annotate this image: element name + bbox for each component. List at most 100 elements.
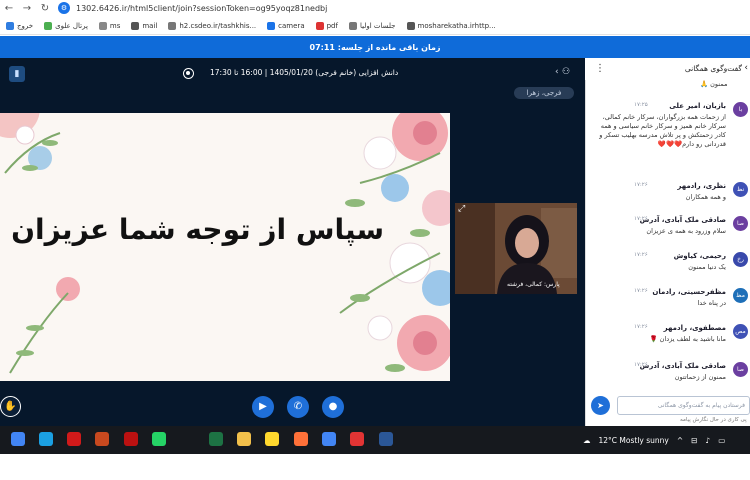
- chat-input[interactable]: فرستادن پیام به گفت‌وگوی همگانی: [617, 396, 750, 415]
- bookmark-icon: [131, 21, 140, 30]
- back-icon[interactable]: ←: [0, 3, 18, 14]
- anydesk-icon[interactable]: [350, 432, 364, 446]
- more-options-icon[interactable]: ⋮: [595, 63, 605, 74]
- send-button[interactable]: ➤: [591, 396, 610, 415]
- bookmark-icon: [6, 21, 14, 30]
- battery-icon[interactable]: ▭: [718, 436, 725, 445]
- bookmark-item[interactable]: camera: [267, 21, 305, 30]
- site-info-icon[interactable]: ⚙: [58, 2, 70, 14]
- chat-title: گفت‌وگوی همگانی: [684, 64, 742, 73]
- bookmark-item[interactable]: ms: [98, 21, 121, 30]
- page-bottom: [0, 454, 750, 480]
- timer-text: زمان باقی مانده از جلسه: 07:11: [309, 42, 441, 52]
- chat-header: ⋮ گفت‌وگوی همگانی ‹: [585, 58, 750, 80]
- bookmark-icon: [44, 21, 53, 30]
- bookmark-item[interactable]: خروج: [6, 21, 34, 30]
- presenter-badge: فرجی، زهرا: [514, 87, 574, 99]
- camera-button[interactable]: ▶: [252, 396, 274, 418]
- bookmark-item[interactable]: mosharekatha.irhttp...: [406, 21, 496, 30]
- message-time: ۱۷:۲۶: [634, 288, 648, 294]
- microphone-button[interactable]: ●: [322, 396, 344, 418]
- chevron-left-icon[interactable]: ‹: [555, 67, 559, 77]
- network-icon[interactable]: ⊟: [691, 436, 697, 445]
- firefox-icon[interactable]: [294, 432, 308, 446]
- message-text: مانا باشید به لطف یزدان 🌹: [649, 335, 727, 343]
- webcam-name: پارس: کمالی، فرشته: [507, 281, 560, 288]
- bookmark-item[interactable]: h2.csdeo.ir/tashkhis...: [168, 21, 257, 30]
- chrome-icon[interactable]: [11, 432, 25, 446]
- message-author: رحیمی، کیاوش: [673, 252, 726, 260]
- bookmark-label: خروج: [17, 21, 34, 30]
- media-icon[interactable]: [124, 432, 138, 446]
- bookmark-icon: [348, 21, 357, 30]
- url-field[interactable]: ⚙ 1302.6426.ir/html5client/join?sessionT…: [58, 1, 327, 15]
- bookmark-label: mosharekatha.irhttp...: [417, 21, 496, 30]
- message-text: ممنون از زحماتتون: [674, 373, 726, 381]
- bookmarks-bar: خروج پرتال علوی ms mail h2.csdeo.ir/tashkhis…: [0, 17, 750, 35]
- users-icon[interactable]: ⚇: [562, 67, 570, 77]
- chevron-up-icon[interactable]: ^: [677, 436, 683, 445]
- avatar: رخ: [733, 252, 748, 267]
- message-time: ۱۷:۲۶: [634, 324, 648, 330]
- edge-icon[interactable]: [39, 432, 53, 446]
- bookmark-label: پرتال علوی: [55, 21, 88, 30]
- bookmark-label: ms: [109, 21, 121, 30]
- whatsapp-icon[interactable]: [152, 432, 166, 446]
- bookmark-label: camera: [278, 21, 305, 30]
- forward-icon[interactable]: →: [18, 3, 36, 14]
- message-author: مصطفوی، رادمهر: [663, 324, 726, 332]
- message-author: صادقی ملک آبادی، آدرس: [639, 216, 726, 224]
- avatar: با: [733, 102, 748, 117]
- phone-icon: ✆: [293, 401, 303, 412]
- bookmark-label: mail: [142, 21, 158, 30]
- weather-text[interactable]: 12°C Mostly sunny: [599, 436, 669, 445]
- raise-hand-button[interactable]: ✋: [0, 396, 21, 417]
- bookmark-item[interactable]: pdf: [315, 21, 338, 30]
- chevron-left-icon[interactable]: ‹: [744, 63, 748, 73]
- excel-icon[interactable]: [209, 432, 223, 446]
- bookmark-item[interactable]: mail: [131, 21, 158, 30]
- message-time: ۱۷:۲۶: [634, 216, 648, 222]
- reload-icon[interactable]: ↻: [36, 3, 54, 14]
- message-time: ۱۷:۲۶: [634, 362, 648, 368]
- word-icon[interactable]: [379, 432, 393, 446]
- avatar: نظ: [733, 182, 748, 197]
- sticky-icon[interactable]: [265, 432, 279, 446]
- meeting-title: دانش افزایی (خانم فرجی) 1405/01/20 | 16:…: [210, 68, 399, 77]
- video-camera-icon: ▶: [259, 401, 267, 412]
- message-text: سلام وزرود به همه ی عزیزان: [646, 227, 726, 235]
- acrobat-icon[interactable]: [67, 432, 81, 446]
- weather-icon[interactable]: ☁: [583, 436, 591, 445]
- explorer-icon[interactable]: [237, 432, 251, 446]
- typing-indicator: پی کاری در حال نگارش پیامه: [680, 417, 747, 423]
- avatar: مظ: [733, 288, 748, 303]
- fullscreen-icon[interactable]: ⤢: [458, 204, 465, 214]
- bookmark-item[interactable]: پرتال علوی: [44, 21, 88, 30]
- message-time: ۱۷:۲۶: [634, 252, 648, 258]
- send-icon: ➤: [597, 401, 604, 410]
- message-time: ۱۷:۲۶: [634, 182, 648, 188]
- bookmark-item[interactable]: جلسات اولیا: [348, 21, 396, 30]
- powerpoint-icon[interactable]: [95, 432, 109, 446]
- url-text: 1302.6426.ir/html5client/join?sessionTok…: [76, 3, 328, 13]
- chrome2-icon[interactable]: [322, 432, 336, 446]
- message-text: در پناه خدا: [697, 299, 726, 307]
- avatar: صا: [733, 216, 748, 231]
- phone-button[interactable]: ✆: [287, 396, 309, 418]
- bookmark-label: h2.csdeo.ir/tashkhis...: [179, 21, 257, 30]
- bookmark-label: جلسات اولیا: [359, 21, 396, 30]
- microphone-icon: ●: [328, 401, 338, 412]
- bookmark-icon: [267, 21, 276, 30]
- stats-icon[interactable]: ▮: [9, 66, 25, 82]
- clipped-message: ممنون 🙏: [700, 80, 728, 88]
- recording-indicator-icon[interactable]: [183, 68, 194, 79]
- message-author: صادقی ملک آبادی، آدرس: [639, 362, 726, 370]
- message-text: از زحمات همه بزرگواران، سرکار خانم کمالی…: [599, 113, 726, 148]
- slide-text: سپاس از توجه شما عزیزان: [11, 213, 384, 246]
- message-author: بازبان، امیر علی: [669, 102, 726, 110]
- bookmark-icon: [315, 21, 324, 30]
- floral-decoration: [0, 113, 450, 374]
- message-text: و همه همکاران: [685, 193, 726, 201]
- volume-icon[interactable]: ♪: [705, 436, 710, 445]
- message-author: نظری، رادمهر: [677, 182, 726, 190]
